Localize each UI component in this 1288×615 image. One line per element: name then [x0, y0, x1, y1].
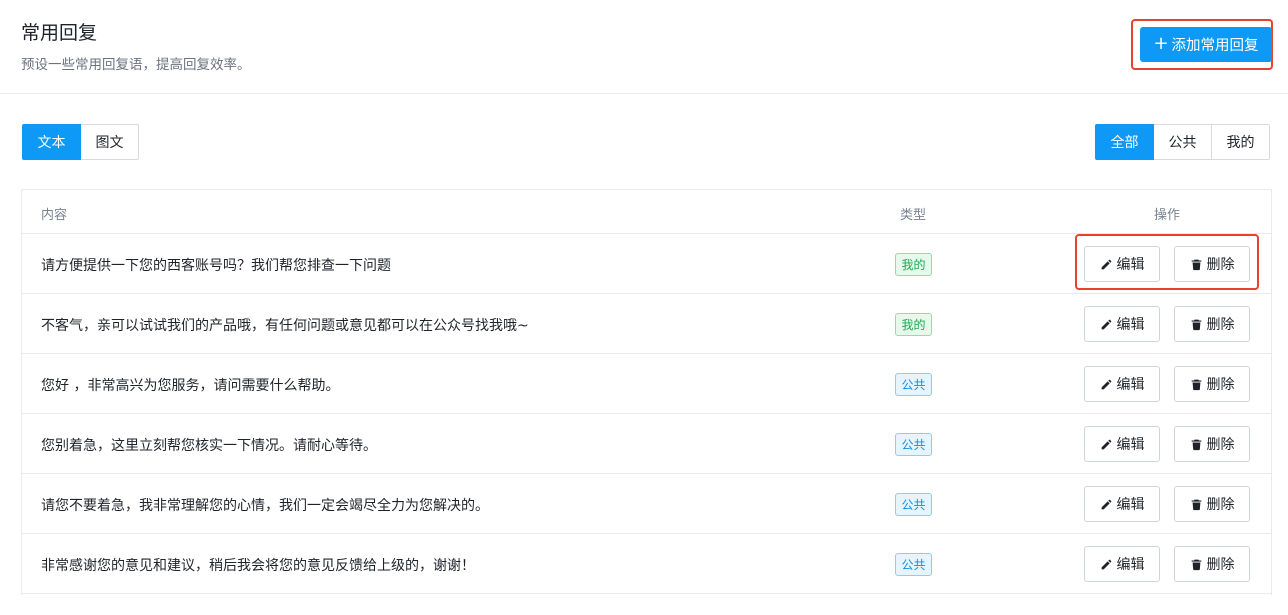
add-reply-label: 添加常用回复 [1171, 38, 1259, 54]
type-badge: 公共 [895, 433, 932, 456]
reply-content: 您好 ，非常高兴为您服务，请问需要什么帮助。 [41, 378, 340, 394]
edit-button[interactable]: 编辑 [1084, 486, 1160, 522]
table-row: 请您不要着急，我非常理解您的心情，我们一定会竭尽全力为您解决的。 公共 编辑 删除 [22, 474, 1271, 534]
column-header-ops: 操作 [1154, 208, 1181, 223]
filter-public[interactable]: 公共 [1153, 124, 1212, 160]
delete-label: 删除 [1206, 257, 1235, 273]
table-row: 您别着急，这里立刻帮您核实一下情况。请耐心等待。 公共 编辑 删除 [22, 414, 1271, 474]
type-badge: 公共 [895, 553, 932, 576]
reply-content: 您别着急，这里立刻帮您核实一下情况。请耐心等待。 [41, 438, 377, 454]
pencil-icon [1100, 558, 1113, 571]
trash-icon [1190, 498, 1203, 511]
edit-button[interactable]: 编辑 [1084, 546, 1160, 582]
plus-icon: + [1153, 32, 1169, 54]
table-row: 请方便提供一下您的西客账号吗？我们帮您排查一下问题 我的 编辑 删除 [22, 234, 1271, 294]
edit-label: 编辑 [1116, 497, 1145, 513]
edit-button[interactable]: 编辑 [1084, 426, 1160, 462]
table-row: 您好 ，非常高兴为您服务，请问需要什么帮助。 公共 编辑 删除 [22, 354, 1271, 414]
delete-button[interactable]: 删除 [1174, 426, 1250, 462]
pencil-icon [1100, 318, 1113, 331]
table-row: 非常感谢您的意见和建议，稍后我会将您的意见反馈给上级的，谢谢！ 公共 编辑 删除 [22, 534, 1271, 594]
reply-content: 不客气，亲可以试试我们的产品哦，有任何问题或意见都可以在公众号找我哦~ [41, 318, 529, 334]
delete-button[interactable]: 删除 [1174, 306, 1250, 342]
edit-label: 编辑 [1116, 437, 1145, 453]
delete-label: 删除 [1206, 497, 1235, 513]
delete-button[interactable]: 删除 [1174, 366, 1250, 402]
ownership-filter-tabs: 全部 公共 我的 [1095, 124, 1270, 160]
trash-icon [1190, 318, 1203, 331]
edit-label: 编辑 [1116, 317, 1145, 333]
type-badge: 我的 [895, 313, 932, 336]
reply-content: 非常感谢您的意见和建议，稍后我会将您的意见反馈给上级的，谢谢！ [41, 558, 475, 574]
delete-label: 删除 [1206, 377, 1235, 393]
replies-table: 内容 类型 操作 请方便提供一下您的西客账号吗？我们帮您排查一下问题 我的 编辑 删除… [21, 189, 1272, 595]
delete-button[interactable]: 删除 [1174, 546, 1250, 582]
delete-button[interactable]: 删除 [1174, 246, 1250, 282]
page-subtitle: 预设一些常用回复语，提高回复效率。 [21, 57, 251, 73]
pencil-icon [1100, 258, 1113, 271]
table-row: 不客气，亲可以试试我们的产品哦，有任何问题或意见都可以在公众号找我哦~ 我的 编辑 删… [22, 294, 1271, 354]
column-header-type: 类型 [900, 208, 927, 223]
type-badge: 公共 [895, 493, 932, 516]
delete-label: 删除 [1206, 437, 1235, 453]
filter-mine[interactable]: 我的 [1211, 124, 1270, 160]
edit-label: 编辑 [1116, 557, 1145, 573]
type-badge: 公共 [895, 373, 932, 396]
edit-button[interactable]: 编辑 [1084, 246, 1160, 282]
edit-label: 编辑 [1116, 377, 1145, 393]
trash-icon [1190, 558, 1203, 571]
pencil-icon [1100, 378, 1113, 391]
reply-content: 请方便提供一下您的西客账号吗？我们帮您排查一下问题 [41, 258, 391, 274]
trash-icon [1190, 258, 1203, 271]
pencil-icon [1100, 438, 1113, 451]
tab-text[interactable]: 文本 [22, 124, 81, 160]
reply-content: 请您不要着急，我非常理解您的心情，我们一定会竭尽全力为您解决的。 [41, 498, 489, 514]
filter-all[interactable]: 全部 [1095, 124, 1154, 160]
content-type-tabs: 文本 图文 [22, 124, 139, 160]
page-header: 常用回复 预设一些常用回复语，提高回复效率。 + 添加常用回复 [0, 0, 1288, 94]
edit-button[interactable]: 编辑 [1084, 366, 1160, 402]
trash-icon [1190, 438, 1203, 451]
trash-icon [1190, 378, 1203, 391]
table-header: 内容 类型 操作 [22, 190, 1271, 234]
column-header-content: 内容 [41, 208, 68, 223]
edit-button[interactable]: 编辑 [1084, 306, 1160, 342]
delete-label: 删除 [1206, 317, 1235, 333]
edit-label: 编辑 [1116, 257, 1145, 273]
add-reply-button[interactable]: + 添加常用回复 [1140, 27, 1272, 62]
pencil-icon [1100, 498, 1113, 511]
tab-rich-media[interactable]: 图文 [80, 124, 139, 160]
delete-button[interactable]: 删除 [1174, 486, 1250, 522]
type-badge: 我的 [895, 253, 932, 276]
page-title: 常用回复 [21, 22, 98, 44]
delete-label: 删除 [1206, 557, 1235, 573]
